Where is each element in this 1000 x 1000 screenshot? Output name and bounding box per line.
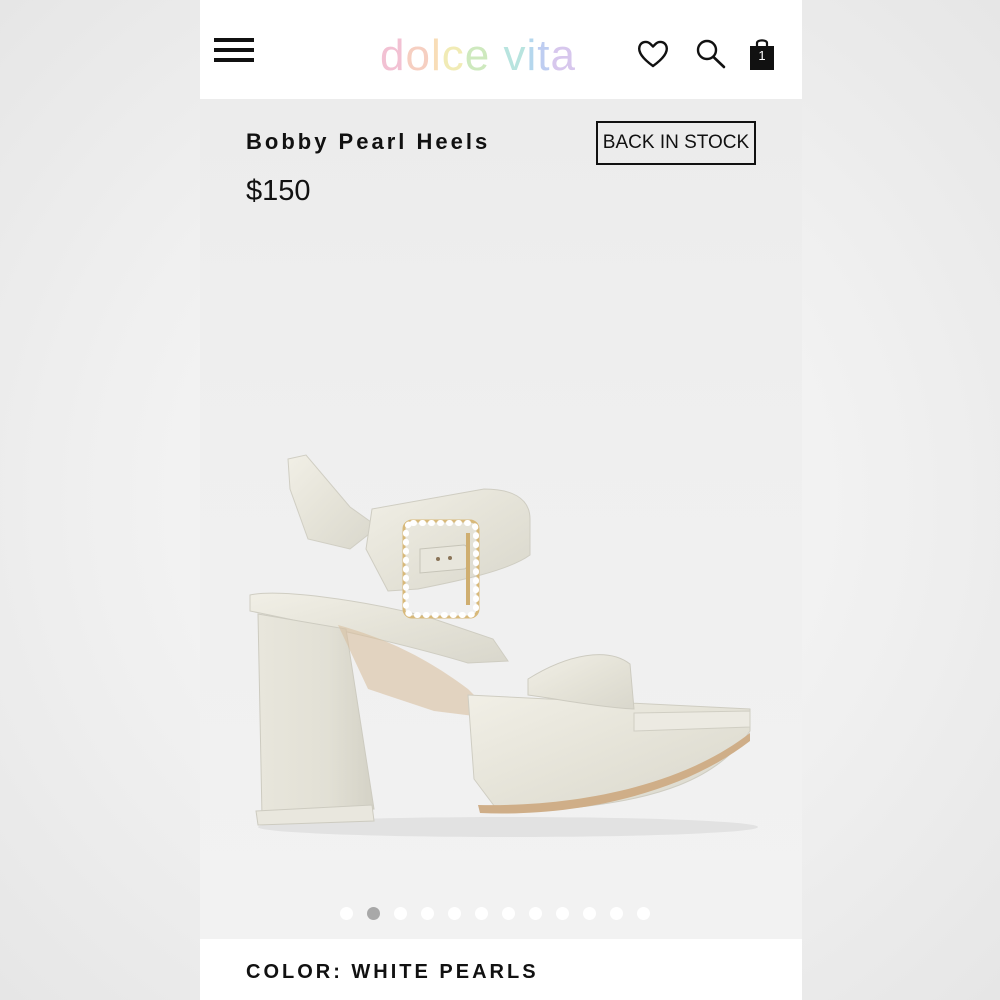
carousel-dot[interactable]: [610, 907, 623, 920]
carousel-dot[interactable]: [502, 907, 515, 920]
product-title: Bobby Pearl Heels: [246, 129, 491, 154]
carousel-dot[interactable]: [394, 907, 407, 920]
product-gallery: Bobby Pearl Heels $150 BACK IN STOCK: [200, 99, 802, 939]
carousel-dot[interactable]: [556, 907, 569, 920]
logo-letter: l: [430, 31, 442, 80]
logo-letter: i: [526, 31, 538, 80]
image-carousel-dots: [340, 907, 670, 923]
logo-letter: d: [380, 31, 406, 80]
carousel-dot[interactable]: [367, 907, 380, 920]
product-price: $150: [246, 175, 311, 207]
carousel-dot[interactable]: [448, 907, 461, 920]
color-label: COLOR: WHITE PEARLS: [246, 961, 539, 983]
carousel-dot[interactable]: [637, 907, 650, 920]
heart-icon[interactable]: [636, 36, 670, 72]
logo-letter: e: [464, 31, 491, 80]
product-options: COLOR: WHITE PEARLS: [200, 939, 802, 1000]
hamburger-menu-icon[interactable]: [214, 38, 254, 64]
carousel-dot[interactable]: [340, 907, 353, 920]
logo-letter: t: [537, 31, 551, 80]
site-header: dolce vita 1: [200, 0, 802, 99]
logo-letter: v: [503, 31, 527, 80]
logo-letter: a: [550, 31, 576, 80]
search-icon[interactable]: [694, 36, 728, 72]
brand-logo[interactable]: dolce vita: [380, 28, 580, 84]
logo-letter: o: [405, 31, 431, 80]
shopping-bag-icon[interactable]: 1: [748, 36, 776, 72]
cart-count-badge: 1: [758, 48, 766, 63]
back-in-stock-badge: BACK IN STOCK: [596, 121, 756, 165]
carousel-dot[interactable]: [529, 907, 542, 920]
carousel-dot[interactable]: [583, 907, 596, 920]
phone-screen: dolce vita 1 Bobby Pearl Heels $150 BACK…: [200, 0, 802, 1000]
product-image-shoe[interactable]: [238, 449, 768, 849]
carousel-dot[interactable]: [475, 907, 488, 920]
logo-letter: [490, 31, 503, 80]
logo-letter: c: [441, 31, 465, 80]
carousel-dot[interactable]: [421, 907, 434, 920]
